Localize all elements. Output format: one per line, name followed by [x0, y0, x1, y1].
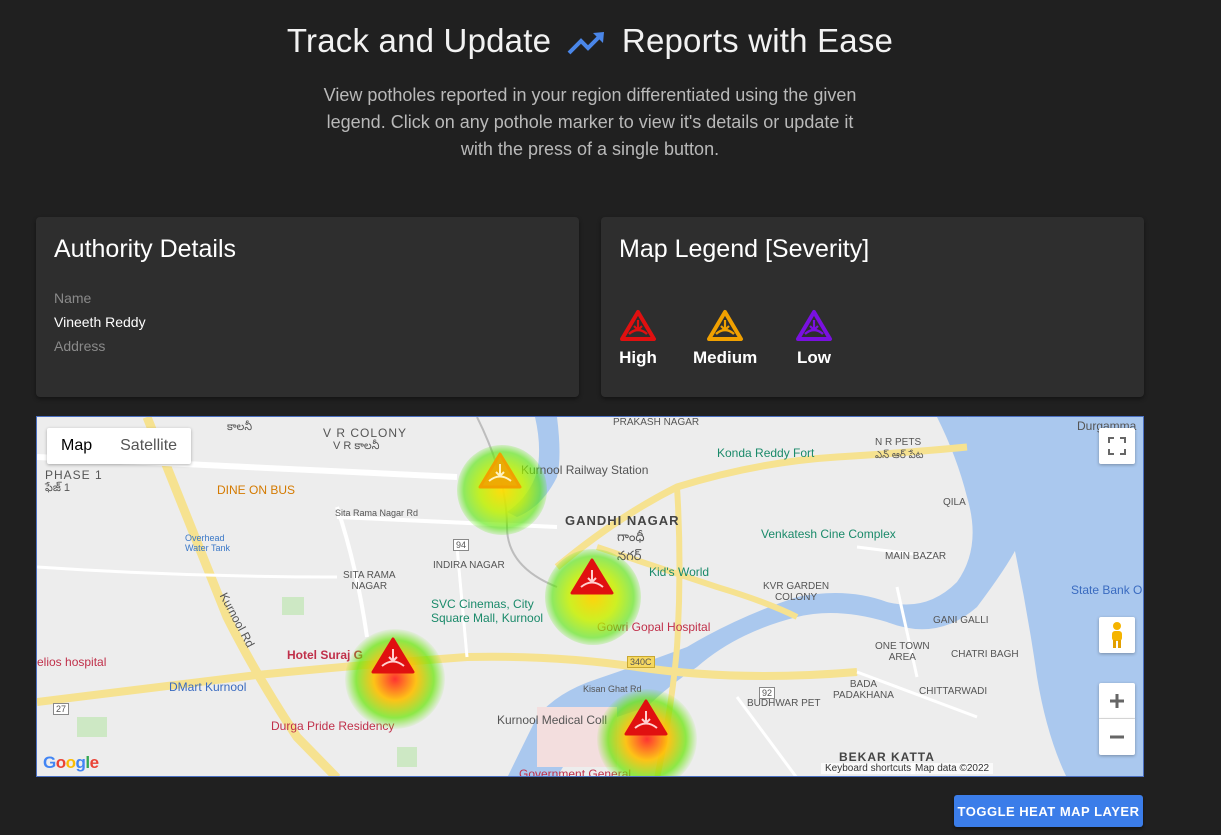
pothole-marker-medium[interactable] [477, 451, 523, 491]
legend-item-medium: Medium [693, 309, 757, 368]
address-label: Address [54, 338, 106, 354]
legend-label-low: Low [797, 348, 831, 367]
map-label: Kid's World [649, 565, 710, 579]
map-type-map-button[interactable]: Map [47, 428, 106, 464]
page-subtitle: View potholes reported in your region di… [323, 85, 857, 159]
page-title: Track and Update Reports with Ease [0, 22, 1180, 60]
map-label: V R కాలనీ [333, 440, 380, 452]
pothole-marker-high[interactable] [569, 557, 615, 597]
map-label: కాలనీ [227, 421, 253, 433]
pothole-marker-high[interactable] [370, 636, 416, 676]
map-label: MAIN BAZAR [885, 551, 947, 562]
map-label: State Bank O [1071, 583, 1143, 597]
pothole-marker-high[interactable] [623, 698, 669, 738]
map-label: PRAKASH NAGAR [613, 417, 700, 428]
legend-item-low: Low [795, 309, 833, 368]
fullscreen-button[interactable] [1099, 428, 1135, 464]
route-shield: 27 [53, 703, 70, 715]
route-shield: 340C [627, 656, 655, 668]
keyboard-shortcuts-link[interactable]: Keyboard shortcuts [821, 763, 916, 774]
map-type-control: Map Satellite [47, 428, 192, 464]
map-label: ఎన్ ఆర్ పేట [875, 450, 924, 461]
route-shield: 92 [759, 687, 776, 699]
zoom-out-button[interactable] [1099, 719, 1135, 755]
map-label: elios hospital [37, 655, 107, 669]
trending-up-icon [567, 32, 604, 55]
route-shield: 94 [453, 539, 470, 551]
map-label: Konda Reddy Fort [717, 446, 815, 460]
map-label: N R PETS [875, 437, 922, 448]
map-type-satellite-button[interactable]: Satellite [106, 428, 191, 464]
name-value: Vineeth Reddy [54, 314, 146, 330]
map-label: BUDHWAR PET [747, 698, 821, 709]
toggle-heatmap-button[interactable]: TOGGLE HEAT MAP LAYER [954, 795, 1143, 827]
minus-icon [1110, 735, 1124, 739]
map-label: Kurnool Medical Coll [497, 713, 608, 727]
map-label: CHITTARWADI [919, 686, 988, 697]
plus-icon [1110, 693, 1124, 708]
title-left: Track and Update [286, 22, 552, 59]
zoom-in-button[interactable] [1099, 683, 1135, 719]
map-label: SITA RAMA NAGAR [343, 570, 396, 592]
map-label: PHASE 1 [45, 468, 103, 482]
map-data-attribution: Map data ©2022 [911, 763, 994, 774]
pothole-warning-icon [707, 310, 744, 341]
authority-card-title: Authority Details [54, 235, 237, 263]
authority-details-card: Authority Details Name Vineeth Reddy Add… [36, 217, 579, 397]
pothole-warning-icon [620, 310, 656, 341]
legend-label-medium: Medium [693, 348, 758, 367]
legend-card-title: Map Legend [Severity] [619, 235, 870, 263]
fullscreen-icon [1108, 437, 1126, 455]
map-label: BADA PADAKHANA [833, 679, 894, 701]
map-legend-card: Map Legend [Severity] High Medium Low [601, 217, 1144, 397]
name-label: Name [54, 290, 92, 306]
map-label: CHATRI BAGH [951, 649, 1019, 660]
map-label: Venkatesh Cine Complex [761, 527, 896, 541]
legend-label-high: High [619, 348, 657, 367]
map-label: Sita Rama Nagar Rd [335, 508, 419, 518]
map-label: QILA [943, 497, 966, 508]
map-label: GANDHI NAGAR [565, 513, 680, 528]
pothole-warning-icon [796, 310, 832, 341]
map-label: INDIRA NAGAR [433, 560, 505, 571]
map-label: V R COLONY [323, 426, 408, 440]
title-right: Reports with Ease [621, 22, 894, 59]
map-label: DMart Kurnool [169, 680, 247, 694]
map-label: ONE TOWN AREA [875, 641, 930, 663]
map-label: DINE ON BUS [217, 483, 296, 497]
street-view-pegman[interactable] [1099, 617, 1135, 653]
map-label: SVC Cinemas, City Square Mall, Kurnool [431, 597, 544, 625]
google-logo[interactable]: Google [43, 753, 99, 773]
legend-item-high: High [619, 309, 657, 368]
map-label: Overhead Water Tank [185, 533, 231, 553]
map-label: ఫేజ్ 1 [45, 482, 71, 494]
map-label: BEKAR KATTA [839, 750, 935, 764]
pegman-icon [1112, 622, 1122, 648]
map-label: KVR GARDEN COLONY [763, 581, 830, 603]
map-label: GANI GALLI [933, 615, 989, 626]
pothole-map[interactable]: కాలనీ V R COLONY V R కాలనీ PHASE 1 ఫేజ్ … [36, 416, 1144, 777]
